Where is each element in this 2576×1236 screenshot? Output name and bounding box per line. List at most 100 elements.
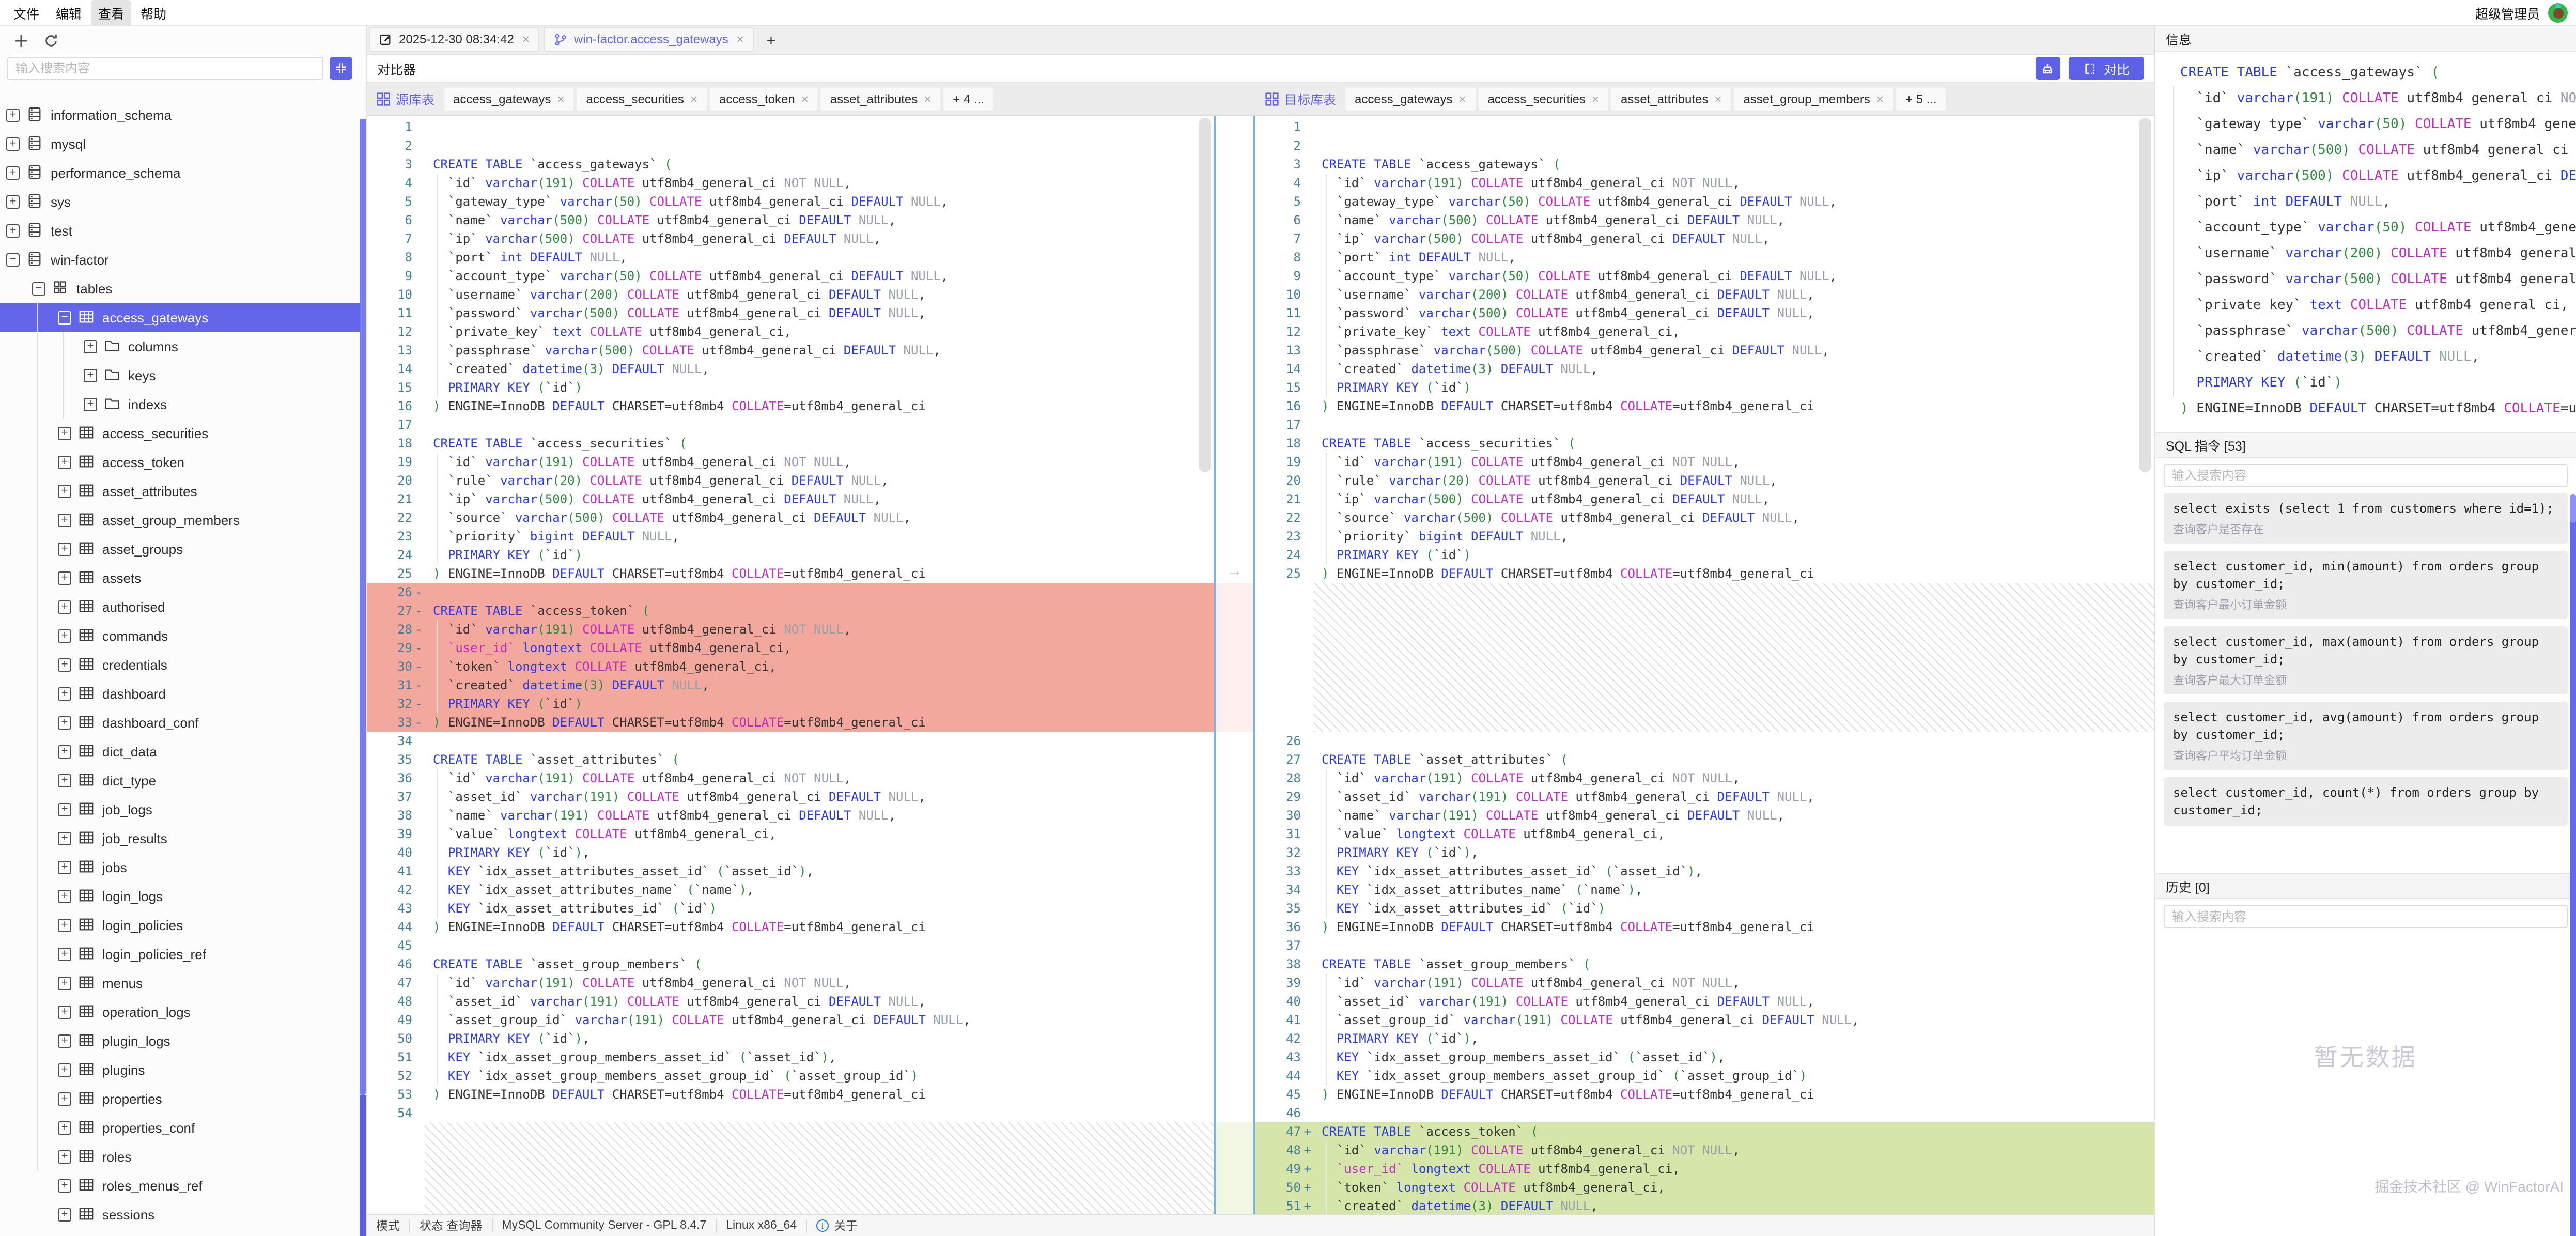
tree-item-dict_data[interactable]: +dict_data xyxy=(0,737,366,766)
target-scrollbar-thumb[interactable] xyxy=(2139,118,2151,472)
more-tabs-chip[interactable]: + 5 ... xyxy=(1896,87,1946,110)
tree-item-jobs[interactable]: +jobs xyxy=(0,853,366,882)
expand-node-icon[interactable]: + xyxy=(58,687,71,700)
tree-item-plugins[interactable]: +plugins xyxy=(0,1055,366,1084)
tree-item-login_policies[interactable]: +login_policies xyxy=(0,910,366,939)
tree-item-indexs[interactable]: +indexs xyxy=(0,390,366,419)
collapse-node-icon[interactable]: − xyxy=(58,311,71,324)
expand-node-icon[interactable]: + xyxy=(84,368,97,382)
sql-command-item[interactable]: select exists (select 1 from customers w… xyxy=(2164,493,2568,544)
expand-node-icon[interactable]: + xyxy=(6,137,20,150)
tree-item-login_logs[interactable]: +login_logs xyxy=(0,882,366,910)
history-search-input[interactable] xyxy=(2164,905,2568,928)
source-scrollbar-thumb[interactable] xyxy=(1199,118,1211,472)
collapse-node-icon[interactable]: − xyxy=(32,282,45,295)
status-item[interactable]: 状态 查询器 xyxy=(410,1219,492,1232)
expand-node-icon[interactable]: + xyxy=(58,658,71,671)
expand-node-icon[interactable]: + xyxy=(58,774,71,787)
close-icon[interactable]: × xyxy=(557,91,564,106)
tree-item-access_gateways[interactable]: −access_gateways xyxy=(0,303,366,332)
expand-node-icon[interactable]: + xyxy=(58,542,71,555)
expand-node-icon[interactable]: + xyxy=(58,455,71,469)
tab-table-view[interactable]: win-factor.access_gateways × xyxy=(544,27,754,52)
tree-item-dashboard_conf[interactable]: +dashboard_conf xyxy=(0,708,366,737)
tree-item-menus[interactable]: +menus xyxy=(0,968,366,997)
tree-item-tables[interactable]: −tables xyxy=(0,274,366,303)
table-tab-access_securities[interactable]: access_securities× xyxy=(577,87,707,110)
table-tab-access_gateways[interactable]: access_gateways× xyxy=(444,87,573,110)
expand-node-icon[interactable]: + xyxy=(6,108,20,121)
add-connection-icon[interactable] xyxy=(13,33,29,48)
sidebar-scrollbar[interactable] xyxy=(360,119,366,1236)
expand-node-icon[interactable]: + xyxy=(6,166,20,179)
tree-item-test[interactable]: +test xyxy=(0,216,366,245)
expand-node-icon[interactable]: + xyxy=(58,629,71,642)
more-tabs-chip[interactable]: + 4 ... xyxy=(943,87,994,110)
tree-item-keys[interactable]: +keys xyxy=(0,361,366,390)
table-tab-access_securities[interactable]: access_securities× xyxy=(1479,87,1608,110)
collapse-sidebar-button[interactable] xyxy=(330,57,352,80)
expand-node-icon[interactable]: + xyxy=(6,224,20,237)
tree-item-access_token[interactable]: +access_token xyxy=(0,447,366,476)
avatar[interactable] xyxy=(2548,3,2568,23)
tree-item-asset_attributes[interactable]: +asset_attributes xyxy=(0,476,366,505)
expand-node-icon[interactable]: + xyxy=(58,484,71,498)
expand-node-icon[interactable]: + xyxy=(58,571,71,584)
tab-compare-session[interactable]: 2025-12-30 08:34:42 × xyxy=(369,27,540,52)
close-icon[interactable]: × xyxy=(1876,91,1884,106)
tree-item-dict_type[interactable]: +dict_type xyxy=(0,766,366,795)
close-icon[interactable]: × xyxy=(1592,91,1599,106)
tree-item-authorised[interactable]: +authorised xyxy=(0,592,366,621)
target-code-editor[interactable]: 123CREATE TABLE `access_gateways` (4 `id… xyxy=(1255,116,2154,1214)
menu-帮助[interactable]: 帮助 xyxy=(133,0,174,25)
tree-item-asset_groups[interactable]: +asset_groups xyxy=(0,534,366,563)
tree-item-plugin_logs[interactable]: +plugin_logs xyxy=(0,1026,366,1055)
table-tab-asset_attributes[interactable]: asset_attributes× xyxy=(1611,87,1731,110)
tree-item-job_logs[interactable]: +job_logs xyxy=(0,795,366,824)
close-icon[interactable]: × xyxy=(924,91,931,106)
expand-node-icon[interactable]: + xyxy=(58,1179,71,1192)
expand-node-icon[interactable]: + xyxy=(58,831,71,845)
expand-node-icon[interactable]: + xyxy=(58,860,71,874)
table-tab-asset_group_members[interactable]: asset_group_members× xyxy=(1734,87,1893,110)
tree-item-sys[interactable]: +sys xyxy=(0,187,366,216)
clean-button[interactable] xyxy=(2036,57,2060,80)
sql-command-item[interactable]: select customer_id, min(amount) from ord… xyxy=(2164,551,2568,619)
table-tab-access_token[interactable]: access_token× xyxy=(710,87,818,110)
tree-item-properties[interactable]: +properties xyxy=(0,1084,366,1113)
expand-node-icon[interactable]: + xyxy=(58,745,71,758)
expand-node-icon[interactable]: + xyxy=(58,716,71,729)
tree-item-mysql[interactable]: +mysql xyxy=(0,129,366,158)
tree-item-operation_logs[interactable]: +operation_logs xyxy=(0,997,366,1026)
tree-item-job_results[interactable]: +job_results xyxy=(0,824,366,853)
collapse-node-icon[interactable]: − xyxy=(6,253,20,266)
menu-编辑[interactable]: 编辑 xyxy=(49,0,89,25)
status-item[interactable]: i关于 xyxy=(807,1219,867,1232)
table-tab-asset_attributes[interactable]: asset_attributes× xyxy=(821,87,940,110)
tree-item-commands[interactable]: +commands xyxy=(0,621,366,650)
status-item[interactable]: Linux x86_64 xyxy=(717,1219,807,1232)
close-icon[interactable]: × xyxy=(801,91,809,106)
expand-node-icon[interactable]: + xyxy=(58,426,71,440)
expand-node-icon[interactable]: + xyxy=(58,1092,71,1105)
tree-item-credentials[interactable]: +credentials xyxy=(0,650,366,679)
close-icon[interactable]: × xyxy=(1714,91,1721,106)
menu-文件[interactable]: 文件 xyxy=(6,0,46,25)
expand-node-icon[interactable]: + xyxy=(58,802,71,816)
tree-item-roles[interactable]: +roles xyxy=(0,1142,366,1171)
expand-node-icon[interactable]: + xyxy=(58,1063,71,1076)
tree-item-assets[interactable]: +assets xyxy=(0,563,366,592)
status-item[interactable]: 模式 xyxy=(367,1219,410,1232)
expand-node-icon[interactable]: + xyxy=(58,513,71,527)
expand-node-icon[interactable]: + xyxy=(6,195,20,208)
tree-item-dashboard[interactable]: +dashboard xyxy=(0,679,366,708)
tree-item-access_securities[interactable]: +access_securities xyxy=(0,419,366,447)
expand-node-icon[interactable]: + xyxy=(58,918,71,932)
status-item[interactable]: MySQL Community Server - GPL 8.4.7 xyxy=(492,1219,717,1232)
tree-item-information_schema[interactable]: +information_schema xyxy=(0,100,366,129)
sql-command-item[interactable]: select customer_id, max(amount) from ord… xyxy=(2164,626,2568,694)
close-icon[interactable]: × xyxy=(690,91,697,106)
close-icon[interactable]: × xyxy=(1458,91,1466,106)
expand-node-icon[interactable]: + xyxy=(84,397,97,411)
close-icon[interactable]: × xyxy=(737,32,744,47)
